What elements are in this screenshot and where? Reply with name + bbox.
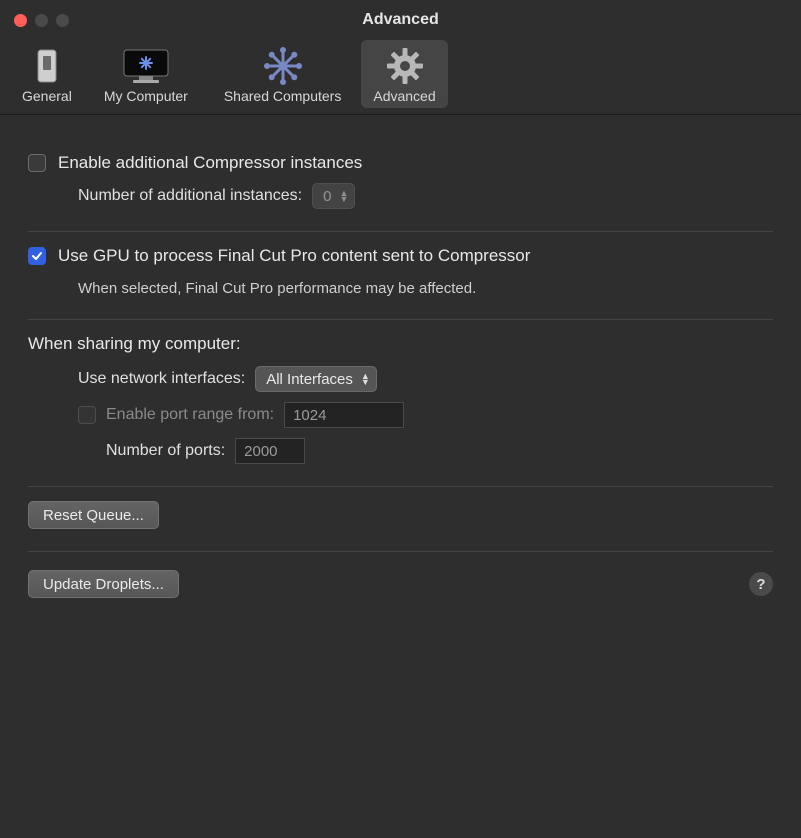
- num-instances-select[interactable]: 0 ▲▼: [312, 183, 355, 209]
- port-from-value: 1024: [293, 407, 326, 424]
- enable-port-range-checkbox[interactable]: [78, 406, 96, 424]
- button-label: Reset Queue...: [43, 507, 144, 524]
- update-droplets-button[interactable]: Update Droplets...: [28, 570, 179, 598]
- preferences-toolbar: General My Computer: [0, 40, 801, 115]
- tab-general[interactable]: General: [10, 40, 84, 108]
- gear-icon: [385, 46, 425, 86]
- enable-instances-label: Enable additional Compressor instances: [58, 153, 362, 173]
- tab-advanced[interactable]: Advanced: [361, 40, 447, 108]
- use-gpu-checkbox[interactable]: [28, 247, 46, 265]
- num-ports-value: 2000: [244, 443, 277, 460]
- tab-shared-computers[interactable]: Shared Computers: [208, 40, 358, 108]
- network-interfaces-select[interactable]: All Interfaces ▲▼: [255, 366, 377, 392]
- use-gpu-note: When selected, Final Cut Pro performance…: [58, 280, 773, 297]
- section-sharing: When sharing my computer: Use network in…: [28, 320, 773, 486]
- sharing-heading: When sharing my computer:: [28, 334, 773, 354]
- section-reset: Reset Queue...: [28, 487, 773, 551]
- snowflake-icon: [263, 46, 303, 86]
- tab-label: Advanced: [373, 88, 435, 104]
- tab-my-computer[interactable]: My Computer: [88, 40, 204, 108]
- num-instances-value: 0: [323, 188, 331, 205]
- content-area: Enable additional Compressor instances N…: [0, 115, 801, 616]
- port-from-input[interactable]: 1024: [284, 402, 404, 428]
- tab-label: My Computer: [104, 88, 188, 104]
- section-instances: Enable additional Compressor instances N…: [28, 139, 773, 231]
- button-label: Update Droplets...: [43, 576, 164, 593]
- titlebar: Advanced: [0, 0, 801, 40]
- select-arrows-icon: ▲▼: [339, 190, 348, 202]
- tab-label: Shared Computers: [224, 88, 342, 104]
- num-ports-input[interactable]: 2000: [235, 438, 305, 464]
- select-arrows-icon: ▲▼: [361, 373, 370, 385]
- tab-label: General: [22, 88, 72, 104]
- use-gpu-label: Use GPU to process Final Cut Pro content…: [58, 246, 530, 266]
- close-window-button[interactable]: [14, 14, 27, 27]
- monitor-icon: [121, 46, 171, 86]
- enable-instances-checkbox[interactable]: [28, 154, 46, 172]
- reset-queue-button[interactable]: Reset Queue...: [28, 501, 159, 529]
- help-button[interactable]: ?: [749, 572, 773, 596]
- section-update: Update Droplets... ?: [28, 552, 773, 616]
- window-title: Advanced: [0, 11, 801, 29]
- network-interfaces-value: All Interfaces: [266, 371, 353, 388]
- section-gpu: Use GPU to process Final Cut Pro content…: [28, 232, 773, 319]
- general-icon: [34, 46, 60, 86]
- enable-port-range-label: Enable port range from:: [106, 406, 274, 424]
- minimize-window-button[interactable]: [35, 14, 48, 27]
- network-interfaces-label: Use network interfaces:: [78, 370, 245, 388]
- zoom-window-button[interactable]: [56, 14, 69, 27]
- num-ports-label: Number of ports:: [106, 442, 225, 460]
- num-instances-label: Number of additional instances:: [78, 187, 302, 205]
- traffic-lights: [0, 14, 69, 27]
- help-icon: ?: [756, 576, 765, 593]
